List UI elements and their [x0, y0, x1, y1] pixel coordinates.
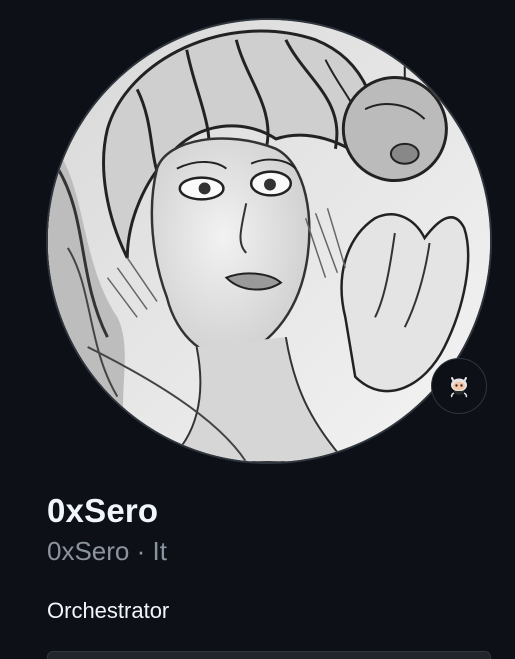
profile-pronouns: It [152, 536, 167, 566]
profile-sidebar: 0xSero 0xSero · It Orchestrator [0, 0, 515, 659]
profile-bio: Orchestrator [47, 598, 170, 623]
pronoun-separator: · [136, 536, 146, 566]
status-badge[interactable] [431, 358, 487, 414]
avatar-image [48, 20, 490, 462]
profile-display-name: 0xSero [47, 492, 159, 529]
avatar[interactable] [46, 18, 492, 464]
profile-subline: 0xSero · It [47, 533, 167, 569]
profile-action-button[interactable] [47, 651, 491, 659]
profile-username: 0xSero [47, 536, 130, 566]
octocat-icon [450, 377, 468, 398]
